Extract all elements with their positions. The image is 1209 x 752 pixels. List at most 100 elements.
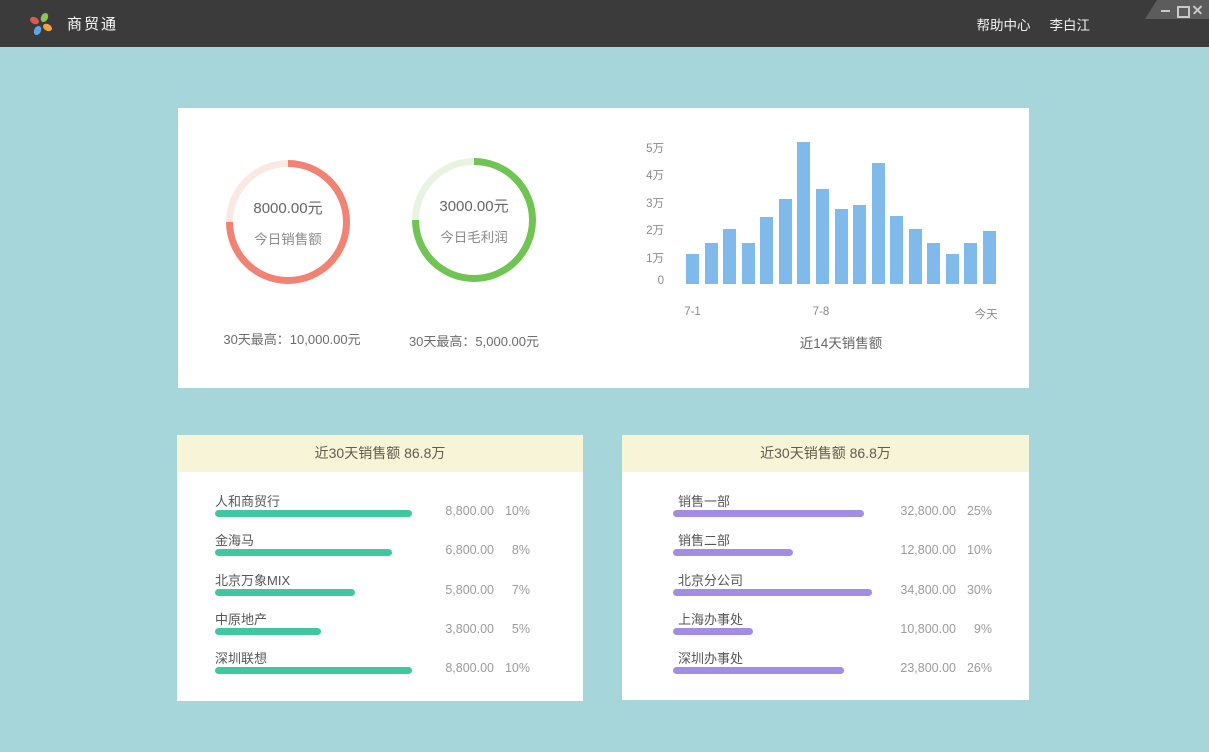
trend-bar <box>816 189 829 284</box>
ranking-row-percent: 7% <box>494 583 530 597</box>
ranking-row: 中原地产 3,800.00 5% <box>215 609 530 648</box>
ranking-row-amount: 8,800.00 <box>445 661 494 675</box>
ranking-row-amount: 5,800.00 <box>445 583 494 597</box>
trend-bar <box>872 163 885 284</box>
today-sales-label: 今日销售额 <box>254 228 322 248</box>
ranking-row-amount: 34,800.00 <box>900 583 956 597</box>
maximize-icon[interactable] <box>1177 5 1184 15</box>
trend-bar <box>835 209 848 284</box>
today-profit-value: 3000.00元 <box>439 195 508 216</box>
trend-bar <box>760 217 773 284</box>
ranking-row-name: 北京万象MIX <box>215 570 290 589</box>
trend-x-tick: 7-1 <box>671 306 715 318</box>
department-ranking-list: 销售一部 32,800.00 25% 销售二部 12,800.00 10% 北京… <box>622 472 1029 687</box>
ranking-row-percent: 30% <box>956 583 992 597</box>
ranking-row-bar <box>215 549 392 556</box>
ranking-row-percent: 10% <box>494 504 530 518</box>
ranking-row-value: 23,800.00 26% <box>900 661 992 675</box>
close-icon[interactable] <box>1193 5 1200 15</box>
ranking-row-percent: 10% <box>494 661 530 675</box>
ranking-row-percent: 8% <box>494 543 530 557</box>
trend-bar <box>686 254 699 284</box>
customer-ranking-list: 人和商贸行 8,800.00 10% 金海马 6,800.00 8% 北京万象M… <box>177 472 583 687</box>
ranking-row-value: 32,800.00 25% <box>900 504 992 518</box>
ranking-row-name: 北京分公司 <box>678 570 743 589</box>
ranking-row-percent: 10% <box>956 543 992 557</box>
ranking-row: 北京分公司 34,800.00 30% <box>673 570 992 609</box>
ranking-row-value: 6,800.00 8% <box>445 543 530 557</box>
trend-y-tick: 1万 <box>620 250 664 266</box>
ranking-row-bar <box>673 510 864 517</box>
trend-bar <box>890 216 903 285</box>
titlebar-nav: 帮助中心 李白江 <box>977 14 1091 34</box>
ranking-row-bar <box>215 667 412 674</box>
ranking-row-percent: 25% <box>956 504 992 518</box>
ranking-row-name: 销售一部 <box>678 491 730 510</box>
trend-bar <box>779 199 792 284</box>
trend-y-tick: 4万 <box>620 167 664 183</box>
ranking-row-name: 上海办事处 <box>678 609 743 628</box>
ranking-row-bar <box>673 549 793 556</box>
ranking-row-value: 8,800.00 10% <box>445 504 530 518</box>
ranking-row-percent: 26% <box>956 661 992 675</box>
trend-x-tick: 7-8 <box>799 306 843 318</box>
ranking-row-percent: 9% <box>956 622 992 636</box>
ranking-row: 销售一部 32,800.00 25% <box>673 491 992 530</box>
ranking-row: 人和商贸行 8,800.00 10% <box>215 491 530 530</box>
minimize-icon[interactable] <box>1161 5 1168 15</box>
ranking-row-name: 金海马 <box>215 530 254 549</box>
trend-x-tick: 今天 <box>964 306 1008 322</box>
ranking-row-amount: 3,800.00 <box>445 622 494 636</box>
ranking-row-name: 中原地产 <box>215 609 267 628</box>
customer-ranking-title: 近30天销售额 86.8万 <box>177 435 583 472</box>
ranking-row-amount: 8,800.00 <box>445 504 494 518</box>
ranking-row: 北京万象MIX 5,800.00 7% <box>215 570 530 609</box>
ranking-row-bar <box>215 628 321 635</box>
department-ranking-title: 近30天销售额 86.8万 <box>622 435 1029 472</box>
trend-chart-title: 近14天销售额 <box>686 332 996 352</box>
help-center-link[interactable]: 帮助中心 <box>977 14 1031 34</box>
ranking-row-value: 5,800.00 7% <box>445 583 530 597</box>
trend-bar <box>964 243 977 284</box>
app-title: 商贸通 <box>67 13 118 34</box>
pinwheel-logo-icon <box>28 11 54 37</box>
ranking-row: 上海办事处 10,800.00 9% <box>673 609 992 648</box>
trend-bar-chart <box>686 139 996 284</box>
today-sales-gauge: 8000.00元 今日销售额 <box>226 160 350 284</box>
ranking-row-value: 3,800.00 5% <box>445 622 530 636</box>
trend-bar <box>853 205 866 284</box>
trend-bar <box>909 229 922 284</box>
ranking-row-bar <box>673 628 753 635</box>
ranking-row: 深圳联想 8,800.00 10% <box>215 648 530 687</box>
trend-bar <box>983 231 996 284</box>
ranking-row-value: 8,800.00 10% <box>445 661 530 675</box>
ranking-row: 金海马 6,800.00 8% <box>215 530 530 569</box>
ranking-row-amount: 23,800.00 <box>900 661 956 675</box>
ranking-row-amount: 12,800.00 <box>900 543 956 557</box>
ranking-row-value: 10,800.00 9% <box>900 622 992 636</box>
ranking-row-value: 34,800.00 30% <box>900 583 992 597</box>
trend-y-tick: 5万 <box>620 140 664 156</box>
ranking-row-name: 销售二部 <box>678 530 730 549</box>
ranking-row-percent: 5% <box>494 622 530 636</box>
current-user-link[interactable]: 李白江 <box>1050 14 1091 34</box>
today-sales-value: 8000.00元 <box>253 197 322 218</box>
trend-bar <box>705 243 718 284</box>
ranking-row-bar <box>673 589 872 596</box>
trend-y-tick: 0 <box>620 275 664 287</box>
trend-bar <box>927 243 940 284</box>
trend-x-axis: 7-17-8今天 <box>686 306 996 320</box>
today-profit-label: 今日毛利润 <box>440 226 508 246</box>
trend-bar <box>742 243 755 284</box>
ranking-row-amount: 6,800.00 <box>445 543 494 557</box>
trend-y-tick: 3万 <box>620 195 664 211</box>
ranking-row-name: 深圳办事处 <box>678 648 743 667</box>
ranking-row: 销售二部 12,800.00 10% <box>673 530 992 569</box>
ranking-row-value: 12,800.00 10% <box>900 543 992 557</box>
trend-bar <box>797 142 810 284</box>
trend-bar <box>946 254 959 284</box>
trend-y-tick: 2万 <box>620 222 664 238</box>
department-ranking-card: 近30天销售额 86.8万 销售一部 32,800.00 25% 销售二部 12… <box>622 435 1029 700</box>
profit-30d-max-note: 30天最高：5,000.00元 <box>364 331 584 350</box>
customer-ranking-card: 近30天销售额 86.8万 人和商贸行 8,800.00 10% 金海马 6,8… <box>177 435 583 701</box>
